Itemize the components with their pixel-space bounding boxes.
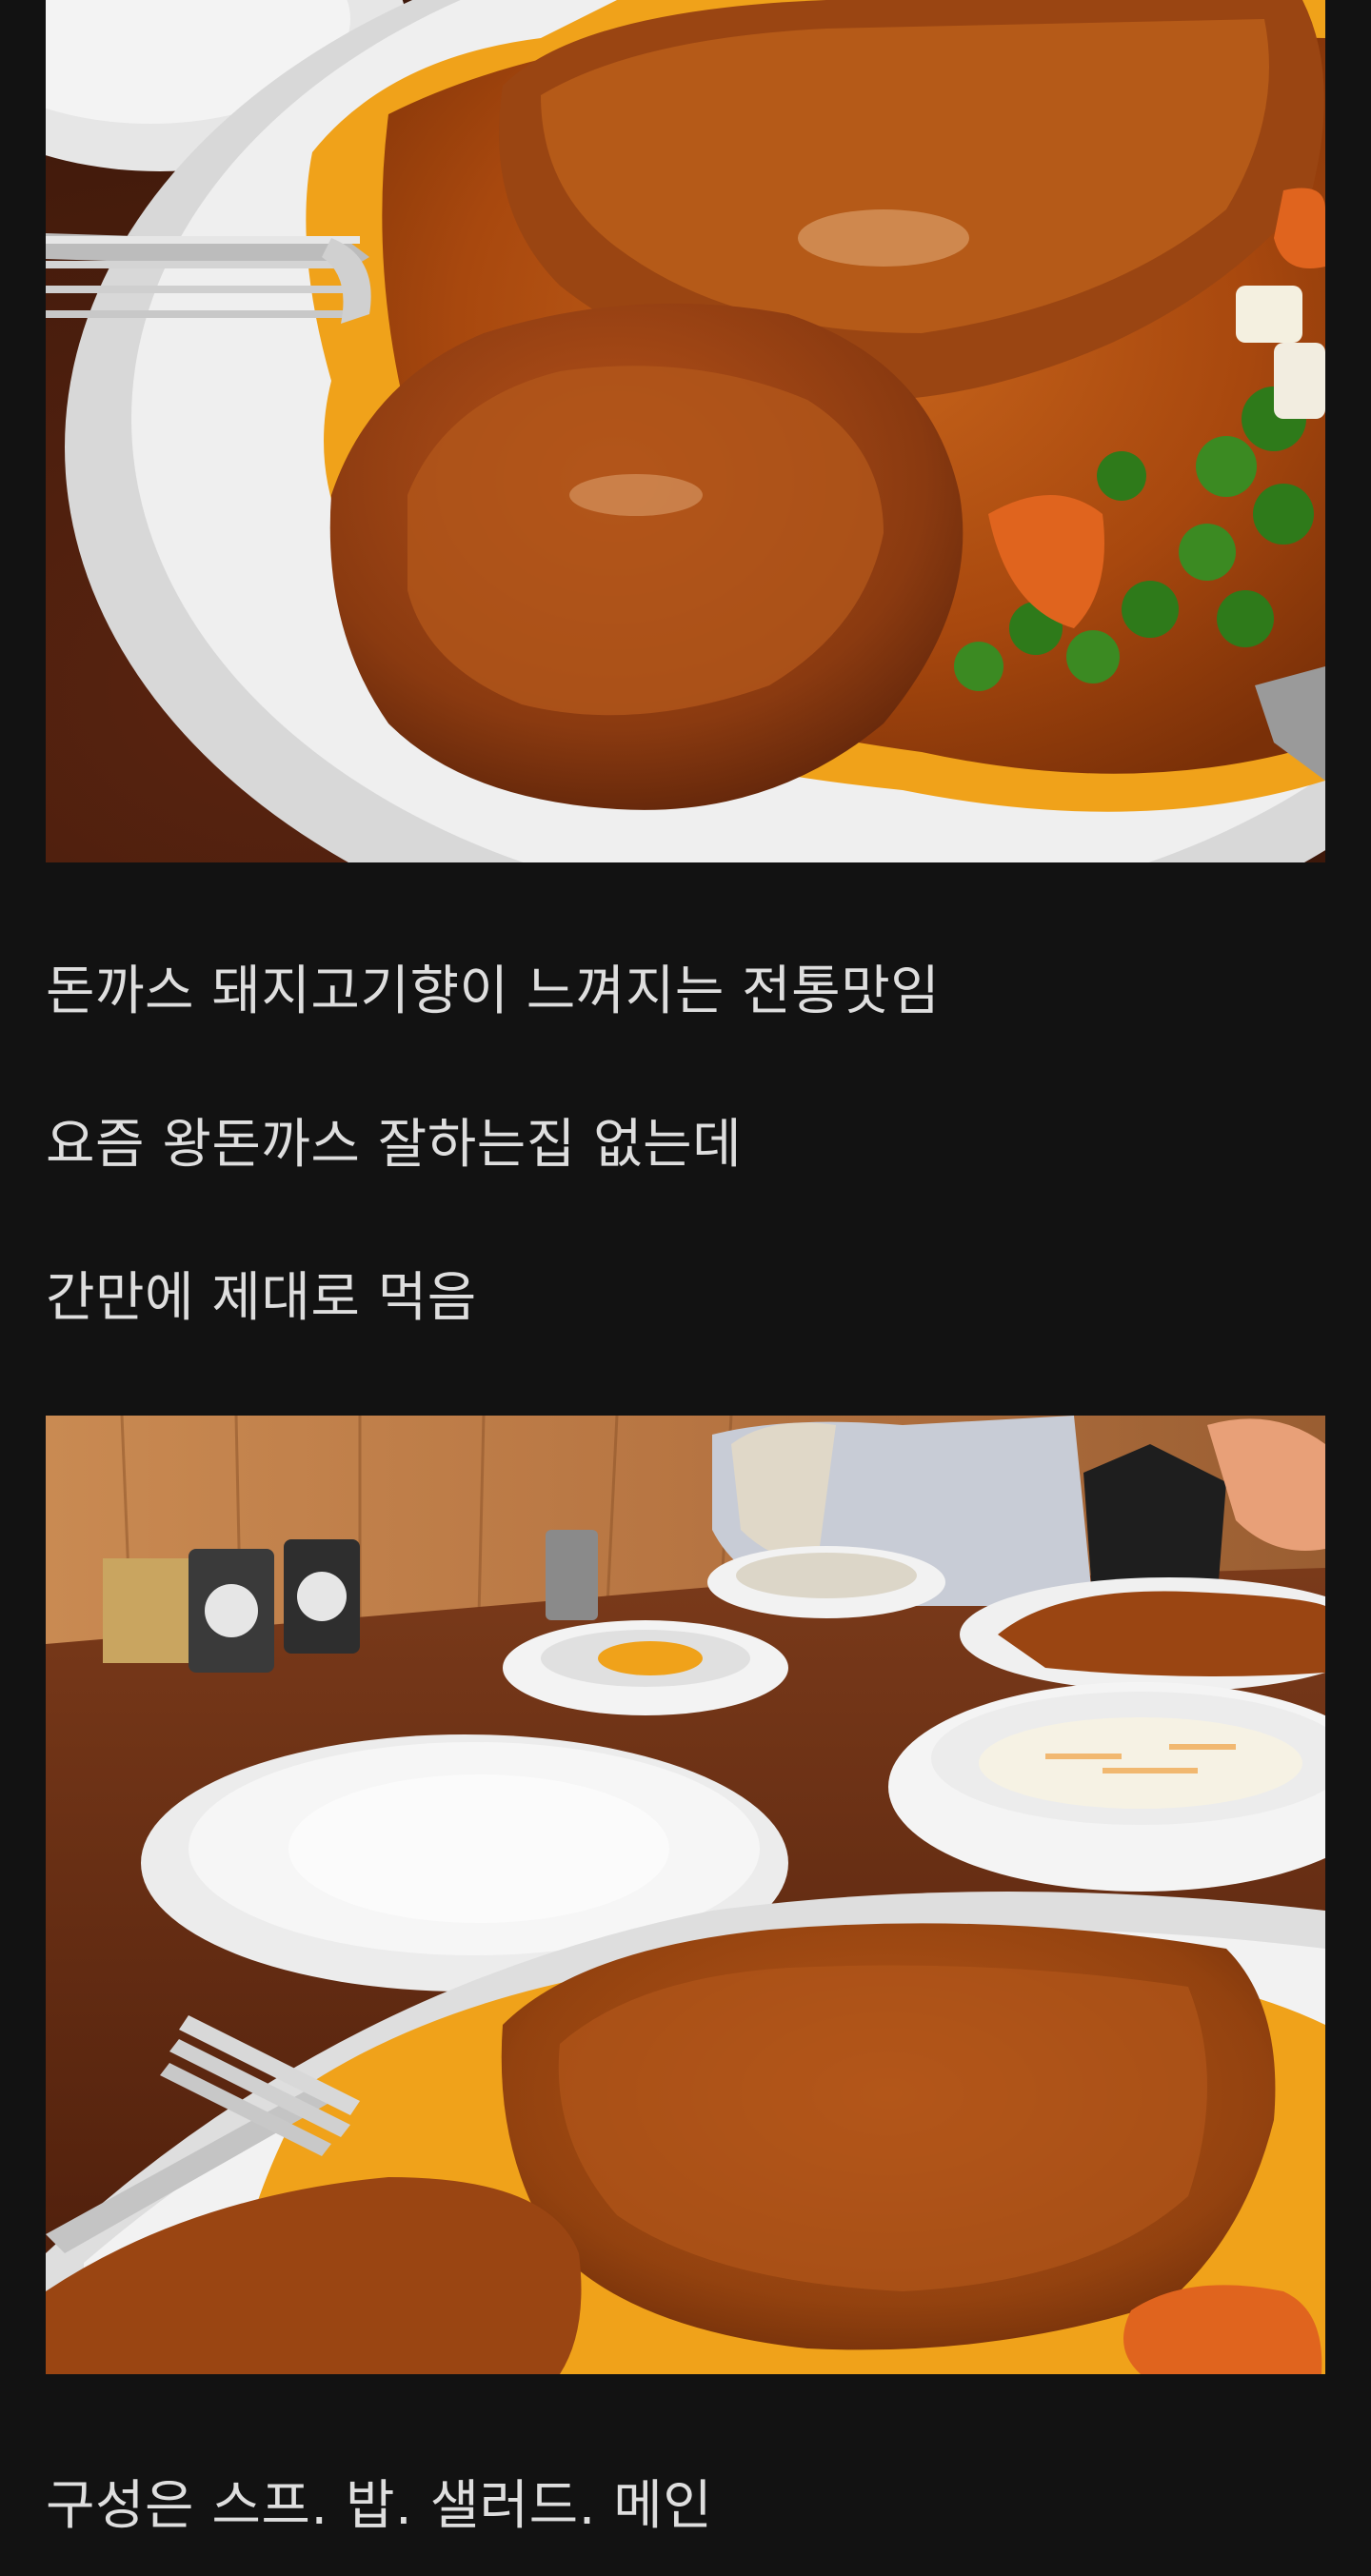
- table-overview-image: [46, 1416, 1325, 2374]
- post-paragraph: 요즘 왕돈까스 잘하는집 없는데: [46, 1114, 743, 1176]
- post-paragraph: 구성은 스프. 밥. 샐러드. 메인: [46, 2475, 713, 2537]
- cutlet-closeup-photo[interactable]: [46, 0, 1325, 862]
- table-overview-photo[interactable]: [46, 1416, 1325, 2374]
- post-paragraph: 돈까스 돼지고기향이 느껴지는 전통맛임: [46, 961, 941, 1022]
- post-paragraph: 간만에 제대로 먹음: [46, 1267, 477, 1329]
- cutlet-closeup-image: [46, 0, 1325, 862]
